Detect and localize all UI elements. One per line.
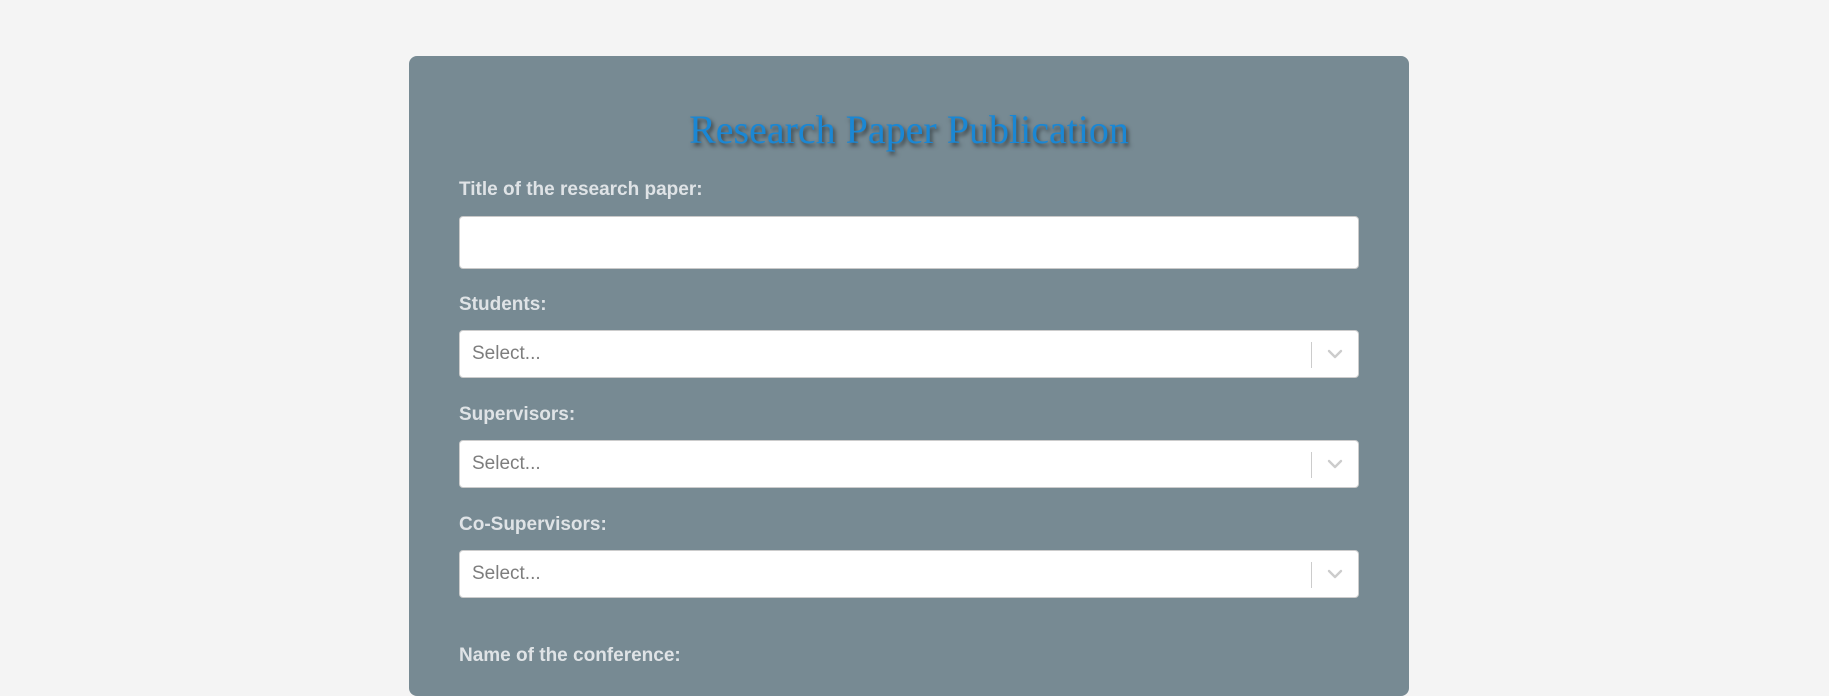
co-supervisors-label: Co-Supervisors: <box>459 514 607 535</box>
students-select-placeholder: Select... <box>472 343 541 364</box>
chevron-down-icon[interactable] <box>1325 456 1345 472</box>
publication-form-card: Research Paper Publication Title of the … <box>409 56 1409 696</box>
supervisors-select-separator <box>1311 452 1312 478</box>
co-supervisors-select-separator <box>1311 562 1312 588</box>
supervisors-label: Supervisors: <box>459 404 576 425</box>
co-supervisors-select[interactable]: Select... <box>459 550 1359 598</box>
supervisors-select-placeholder: Select... <box>472 453 541 474</box>
supervisors-select[interactable]: Select... <box>459 440 1359 488</box>
paper-title-label: Title of the research paper: <box>459 179 703 200</box>
students-select-separator <box>1311 342 1312 368</box>
conference-label: Name of the conference: <box>459 645 681 666</box>
co-supervisors-select-placeholder: Select... <box>472 563 541 584</box>
chevron-down-icon[interactable] <box>1325 346 1345 362</box>
paper-title-input[interactable] <box>459 216 1359 269</box>
students-select[interactable]: Select... <box>459 330 1359 378</box>
page-title: Research Paper Publication <box>689 107 1129 152</box>
students-label: Students: <box>459 294 547 315</box>
chevron-down-icon[interactable] <box>1325 566 1345 582</box>
